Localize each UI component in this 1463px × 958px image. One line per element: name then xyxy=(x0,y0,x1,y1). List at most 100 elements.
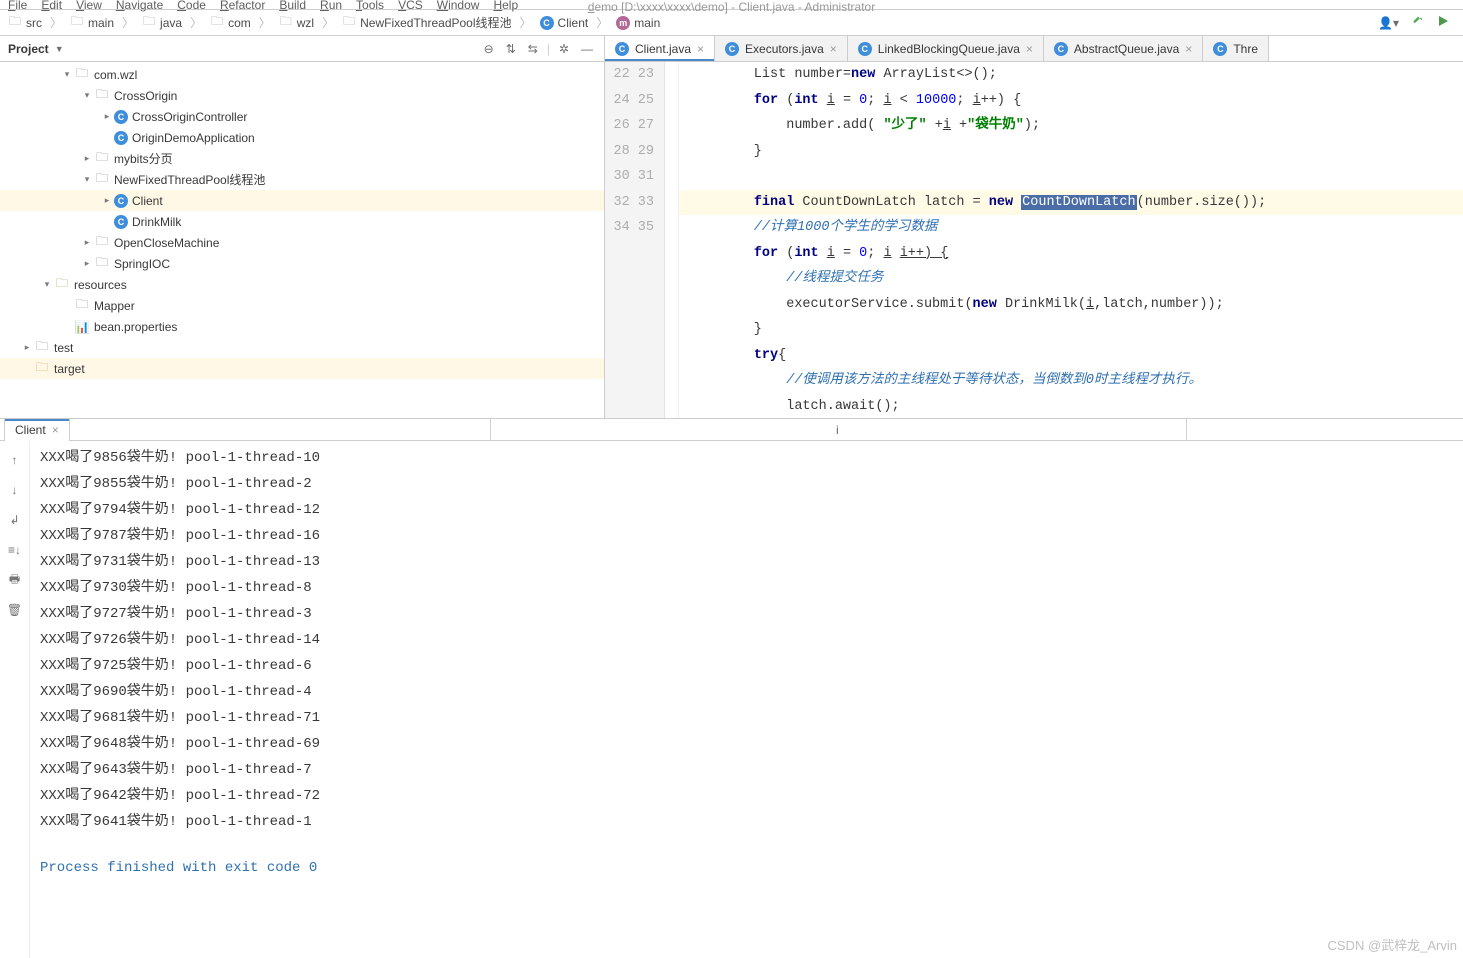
down-arrow-icon[interactable]: ↓ xyxy=(4,479,26,501)
status-char: i xyxy=(836,423,839,437)
folder-icon: 🗀 xyxy=(142,16,156,30)
tab-label: Thre xyxy=(1233,42,1258,56)
close-icon[interactable]: × xyxy=(1185,42,1192,56)
folder-icon: 🗀 xyxy=(210,16,224,30)
package-icon: 🗀 xyxy=(94,232,110,253)
breadcrumb-com[interactable]: 🗀com xyxy=(208,16,253,30)
chevron-right-icon: 〉 xyxy=(596,14,608,31)
project-tree[interactable]: ▾🗀com.wzl▾🗀CrossOrigin▸CCrossOriginContr… xyxy=(0,62,604,418)
run-tab-client[interactable]: Client × xyxy=(4,419,70,441)
expand-arrow-icon[interactable]: ▸ xyxy=(80,153,94,164)
tab-label: Client.java xyxy=(635,42,691,56)
tree-label: DrinkMilk xyxy=(132,215,181,229)
close-icon[interactable]: × xyxy=(52,423,59,437)
class-icon: C xyxy=(114,194,128,208)
editor-tab-executors-java[interactable]: C Executors.java × xyxy=(715,36,848,61)
expand-arrow-icon[interactable]: ▸ xyxy=(20,342,34,353)
console-line: XXX喝了9794袋牛奶! pool-1-thread-12 xyxy=(40,497,1453,523)
soft-wrap-icon[interactable]: ↲ xyxy=(4,509,26,531)
tree-item-springioc[interactable]: ▸🗀SpringIOC xyxy=(0,253,604,274)
tree-item-mybits-[interactable]: ▸🗀mybits分页 xyxy=(0,148,604,169)
tree-item-client[interactable]: ▸C Client xyxy=(0,190,604,211)
window-title: demo [D:\xxxx\xxxx\demo] - Client.java -… xyxy=(588,0,875,14)
chevron-right-icon: 〉 xyxy=(520,14,532,31)
run-icon[interactable] xyxy=(1437,15,1449,30)
tree-item-test[interactable]: ▸🗀test xyxy=(0,337,604,358)
breadcrumb-main[interactable]: mmain xyxy=(614,16,662,30)
tree-label: SpringIOC xyxy=(114,257,170,271)
console-output[interactable]: XXX喝了9856袋牛奶! pool-1-thread-10XXX喝了9855袋… xyxy=(30,441,1463,958)
code-area[interactable]: List number=new ArrayList<>(); for (int … xyxy=(679,62,1463,418)
tree-label: com.wzl xyxy=(94,68,137,82)
breadcrumb-client[interactable]: CClient xyxy=(538,16,591,30)
up-arrow-icon[interactable]: ↑ xyxy=(4,449,26,471)
tree-item-openclosemachine[interactable]: ▸🗀 OpenCloseMachine xyxy=(0,232,604,253)
tree-item-mapper[interactable]: 🗀Mapper xyxy=(0,295,604,316)
breadcrumb-wzl[interactable]: 🗀wzl xyxy=(277,16,316,30)
hammer-icon[interactable] xyxy=(1411,14,1425,31)
breadcrumb-newfixedthreadpool线程池[interactable]: 🗀NewFixedThreadPool线程池 xyxy=(340,14,513,31)
expand-arrow-icon[interactable]: ▸ xyxy=(100,111,114,122)
editor-tab-abstractqueue-java[interactable]: C AbstractQueue.java × xyxy=(1044,36,1203,61)
folder-icon: 🗀 xyxy=(279,16,293,30)
package-icon: 🗀 xyxy=(74,64,90,85)
breadcrumb-main[interactable]: 🗀main xyxy=(68,16,116,30)
console-line: XXX喝了9642袋牛奶! pool-1-thread-72 xyxy=(40,783,1453,809)
gear-icon[interactable]: ✲ xyxy=(556,42,572,56)
class-icon: C xyxy=(1054,42,1068,56)
tree-item-crossorigincontroller[interactable]: ▸CCrossOriginController xyxy=(0,106,604,127)
method-icon: m xyxy=(616,16,630,30)
expand-arrow-icon[interactable]: ▸ xyxy=(80,237,94,248)
scroll-icon[interactable]: ≡↓ xyxy=(4,539,26,561)
tree-item-crossorigin[interactable]: ▾🗀CrossOrigin xyxy=(0,85,604,106)
breadcrumb-java[interactable]: 🗀java xyxy=(140,16,184,30)
tree-item-bean-properties[interactable]: 📊bean.properties xyxy=(0,316,604,337)
console-line: XXX喝了9643袋牛奶! pool-1-thread-7 xyxy=(40,757,1453,783)
expand-arrow-icon[interactable]: ▾ xyxy=(80,90,94,101)
editor-gutter: 22 23 24 25 26 27 28 29 30 31 32 33 34 3… xyxy=(605,62,665,418)
expand-arrow-icon[interactable]: ▾ xyxy=(40,279,54,290)
tree-item-com-wzl[interactable]: ▾🗀 com.wzl xyxy=(0,64,604,85)
run-tab-label: Client xyxy=(15,423,46,437)
close-icon[interactable]: × xyxy=(697,42,704,56)
tab-label: AbstractQueue.java xyxy=(1074,42,1179,56)
close-icon[interactable]: × xyxy=(830,42,837,56)
print-icon[interactable]: 🖶 xyxy=(4,569,26,591)
editor-tab-thre[interactable]: CThre xyxy=(1203,36,1269,61)
tree-item-drinkmilk[interactable]: CDrinkMilk xyxy=(0,211,604,232)
tree-label: Client xyxy=(132,194,163,208)
tree-item-origindemoapplication[interactable]: COriginDemoApplication xyxy=(0,127,604,148)
tree-label: resources xyxy=(74,278,127,292)
editor-body[interactable]: 22 23 24 25 26 27 28 29 30 31 32 33 34 3… xyxy=(605,62,1463,418)
tree-item-newfixedthreadpool-[interactable]: ▾🗀NewFixedThreadPool线程池 xyxy=(0,169,604,190)
collapse-all-icon[interactable]: ⇆ xyxy=(525,42,541,56)
project-panel: Project ▼ ⊖ ⇅ ⇆ | ✲ — ▾🗀com.wzl▾🗀CrossOr… xyxy=(0,36,605,418)
expand-arrow-icon[interactable]: ▸ xyxy=(80,258,94,269)
chevron-right-icon: 〉 xyxy=(322,14,334,31)
dropdown-icon[interactable]: ▼ xyxy=(55,44,64,54)
minimize-icon[interactable]: — xyxy=(578,42,596,56)
tree-label: OpenCloseMachine xyxy=(114,236,219,250)
delete-icon[interactable]: 🗑 xyxy=(4,599,26,621)
console-exit-line: Process finished with exit code 0 xyxy=(40,855,1453,881)
fold-gutter[interactable] xyxy=(665,62,679,418)
console-line: XXX喝了9730袋牛奶! pool-1-thread-8 xyxy=(40,575,1453,601)
close-icon[interactable]: × xyxy=(1026,42,1033,56)
tab-label: Executors.java xyxy=(745,42,824,56)
class-icon: C xyxy=(725,42,739,56)
user-icon[interactable]: 👤▾ xyxy=(1378,16,1399,30)
expand-arrow-icon[interactable]: ▸ xyxy=(100,195,114,206)
tree-item-target[interactable]: 🗀target xyxy=(0,358,604,379)
editor-tab-linkedblockingqueue-java[interactable]: CLinkedBlockingQueue.java× xyxy=(848,36,1044,61)
editor-tab-client-java[interactable]: CClient.java× xyxy=(605,36,715,61)
chevron-right-icon: 〉 xyxy=(259,14,271,31)
breadcrumb-src[interactable]: 🗀src xyxy=(6,16,44,30)
expand-arrow-icon[interactable]: ▾ xyxy=(80,174,94,185)
expand-icon[interactable]: ⇅ xyxy=(503,42,519,56)
collapse-icon[interactable]: ⊖ xyxy=(481,42,497,56)
tree-item-resources[interactable]: ▾🗀resources xyxy=(0,274,604,295)
expand-arrow-icon[interactable]: ▾ xyxy=(60,69,74,80)
tree-label: NewFixedThreadPool线程池 xyxy=(114,171,265,188)
console-line: XXX喝了9641袋牛奶! pool-1-thread-1 xyxy=(40,809,1453,835)
tree-label: mybits分页 xyxy=(114,150,173,167)
